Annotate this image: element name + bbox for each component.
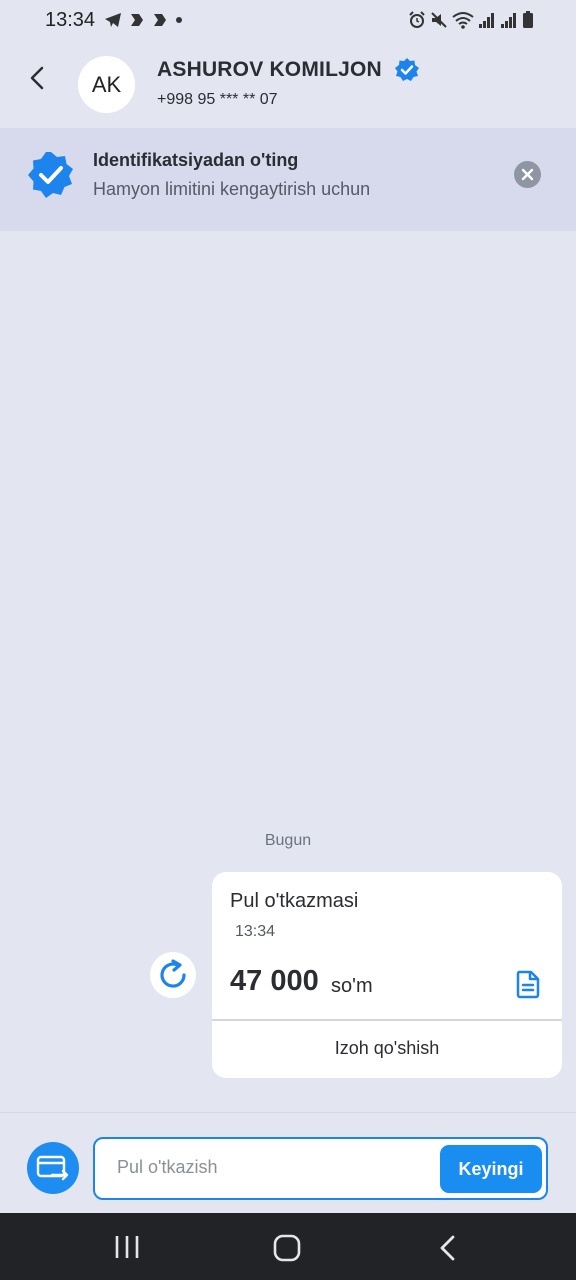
back-icon[interactable] xyxy=(436,1234,460,1262)
battery-icon xyxy=(523,11,533,28)
status-notification-icons xyxy=(104,12,183,28)
repeat-transfer-button[interactable] xyxy=(150,952,196,998)
date-separator: Bugun xyxy=(264,832,312,849)
status-system-icons xyxy=(408,11,534,29)
transfer-amount: 47 000 xyxy=(230,965,319,997)
verified-badge-icon xyxy=(28,152,73,198)
chevron-left-icon xyxy=(30,66,44,90)
app-icon xyxy=(154,14,166,26)
dot-icon xyxy=(176,17,182,23)
contact-name: ASHUROV KOMILJON xyxy=(157,58,382,81)
banner-title: Identifikatsiyadan o'ting xyxy=(93,150,299,170)
divider xyxy=(212,1019,562,1021)
signal-icon xyxy=(501,13,516,28)
receipt-icon[interactable] xyxy=(514,969,542,999)
alarm-icon xyxy=(409,11,425,28)
card-transfer-icon xyxy=(36,1155,69,1181)
transfer-amount-input[interactable] xyxy=(117,1157,417,1178)
mute-icon xyxy=(431,12,447,28)
telegram-icon xyxy=(105,13,121,27)
transfer-currency: so'm xyxy=(331,975,373,997)
close-icon xyxy=(521,168,534,181)
signal-icon xyxy=(479,13,494,28)
transfer-input-field: Keyingi xyxy=(93,1137,548,1200)
recent-apps-icon[interactable] xyxy=(113,1235,141,1259)
system-navigation-bar xyxy=(0,1213,576,1280)
avatar[interactable]: AK xyxy=(78,56,135,113)
identification-banner[interactable]: Identifikatsiyadan o'ting Hamyon limitin… xyxy=(0,128,576,231)
next-button[interactable]: Keyingi xyxy=(440,1145,542,1193)
transfer-message-bubble[interactable]: Pul o'tkazmasi 13:34 47 000 so'm Izoh qo… xyxy=(212,872,562,1078)
banner-subtitle: Hamyon limitini kengaytirish uchun xyxy=(93,179,371,199)
app-icon xyxy=(131,14,143,26)
add-comment-button[interactable]: Izoh qo'shish xyxy=(212,1038,562,1059)
message-title: Pul o'tkazmasi xyxy=(230,890,359,912)
status-bar: 13:34 xyxy=(0,0,576,40)
status-time: 13:34 xyxy=(45,9,96,31)
chat-header: AK ASHUROV KOMILJON +998 95 *** ** 07 xyxy=(0,40,576,128)
wifi-icon xyxy=(452,12,474,29)
back-button[interactable] xyxy=(22,62,54,94)
card-transfer-button[interactable] xyxy=(27,1142,79,1194)
refresh-icon xyxy=(160,959,186,988)
close-banner-button[interactable] xyxy=(514,161,541,188)
composer-bar: Keyingi xyxy=(0,1112,576,1213)
home-icon[interactable] xyxy=(273,1234,301,1262)
contact-phone: +998 95 *** ** 07 xyxy=(157,91,278,108)
verified-badge-icon xyxy=(395,58,419,81)
message-time: 13:34 xyxy=(235,923,276,940)
